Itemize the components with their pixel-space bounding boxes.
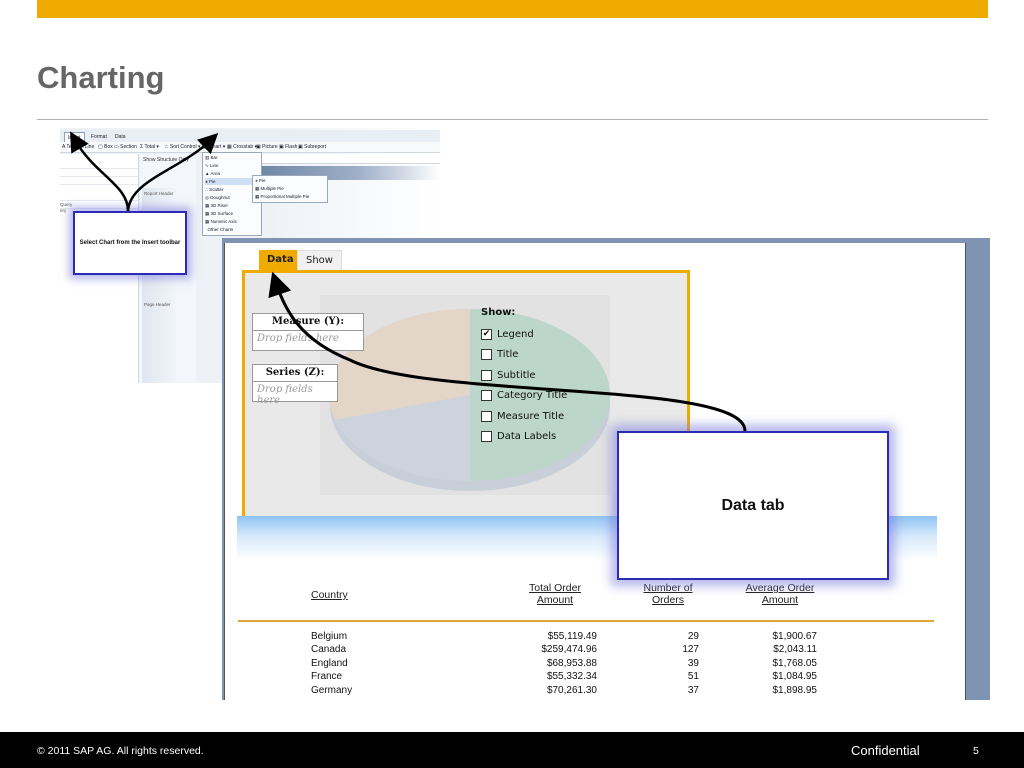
arrow-to-insert-tab xyxy=(70,131,130,212)
arrow-to-chart-tool xyxy=(126,133,219,212)
footer-copyright: © 2011 SAP AG. All rights reserved. xyxy=(37,745,204,757)
footer-confidential: Confidential xyxy=(851,743,920,758)
page-number: 5 xyxy=(973,745,979,757)
arrow-to-data-tab xyxy=(268,271,747,432)
callout-arrows xyxy=(70,131,747,432)
